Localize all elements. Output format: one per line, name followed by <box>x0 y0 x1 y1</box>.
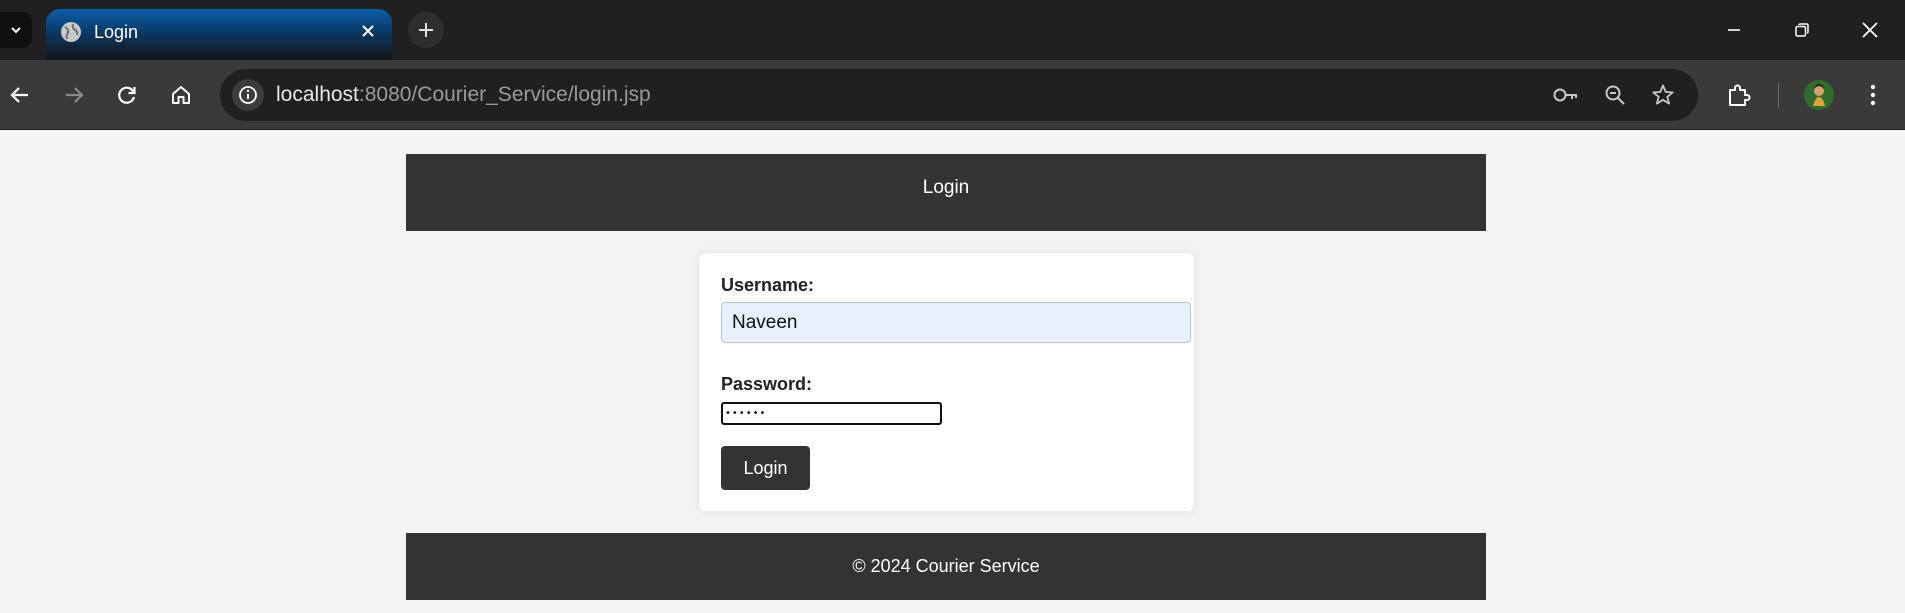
menu-icon <box>1870 84 1876 106</box>
password-input[interactable]: •••••• <box>721 402 942 425</box>
profile-avatar[interactable] <box>1804 80 1834 110</box>
bookmark-button[interactable] <box>1649 81 1677 109</box>
password-label: Password: <box>721 374 813 394</box>
footer-copyright: © 2024 Courier Service <box>852 556 1040 576</box>
back-icon <box>10 87 28 103</box>
tab-title: Login <box>94 22 139 42</box>
tab-close-button[interactable] <box>356 19 380 43</box>
close-icon <box>1862 22 1878 38</box>
password-key-icon <box>1553 88 1577 102</box>
site-info-button[interactable] <box>232 79 264 111</box>
zoom-button[interactable] <box>1601 81 1629 109</box>
minimize-icon <box>1728 29 1740 31</box>
extensions-button[interactable] <box>1721 77 1757 113</box>
plus-icon <box>419 23 433 37</box>
toolbar-divider <box>1778 82 1779 108</box>
page-content: Login Username: Password: •••••• Login ©… <box>0 131 1905 613</box>
reload-button[interactable] <box>109 77 145 113</box>
login-button[interactable]: Login <box>721 446 810 490</box>
globe-icon <box>60 21 82 43</box>
browser-tab-strip: Login <box>0 0 1905 60</box>
site-footer: © 2024 Courier Service <box>406 533 1486 600</box>
window-close-button[interactable] <box>1850 12 1890 48</box>
password-key-button[interactable] <box>1552 81 1580 109</box>
restore-icon <box>1795 23 1809 37</box>
window-minimize-button[interactable] <box>1714 12 1754 48</box>
back-button[interactable] <box>2 77 38 113</box>
bookmark-star-icon <box>1652 84 1674 105</box>
info-icon <box>239 86 257 104</box>
new-tab-button[interactable] <box>408 12 444 48</box>
window-restore-button[interactable] <box>1782 12 1822 48</box>
forward-icon <box>66 87 84 103</box>
reload-icon <box>118 86 136 104</box>
tab-search-button[interactable] <box>0 12 32 48</box>
login-form: Username: Password: •••••• Login <box>699 253 1194 511</box>
chevron-down-icon <box>11 27 21 34</box>
forward-button[interactable] <box>56 77 92 113</box>
browser-tab-active[interactable]: Login <box>46 9 392 60</box>
page-title: Login <box>922 177 970 198</box>
url-path: :8080/Courier_Service/login.jsp <box>358 83 651 106</box>
browser-toolbar: localhost:8080/Courier_Service/login.jsp <box>0 60 1905 130</box>
site-header: Login <box>406 154 1486 231</box>
username-input[interactable] <box>721 302 1191 343</box>
url-text[interactable]: localhost:8080/Courier_Service/login.jsp <box>276 82 651 108</box>
address-bar[interactable]: localhost:8080/Courier_Service/login.jsp <box>220 69 1698 121</box>
username-label: Username: <box>721 275 815 295</box>
zoom-out-icon <box>1605 85 1625 105</box>
close-icon <box>362 25 374 37</box>
extensions-icon <box>1729 84 1751 106</box>
home-icon <box>172 86 190 104</box>
url-host: localhost <box>276 83 359 106</box>
home-button[interactable] <box>163 77 199 113</box>
browser-menu-button[interactable] <box>1855 77 1891 113</box>
